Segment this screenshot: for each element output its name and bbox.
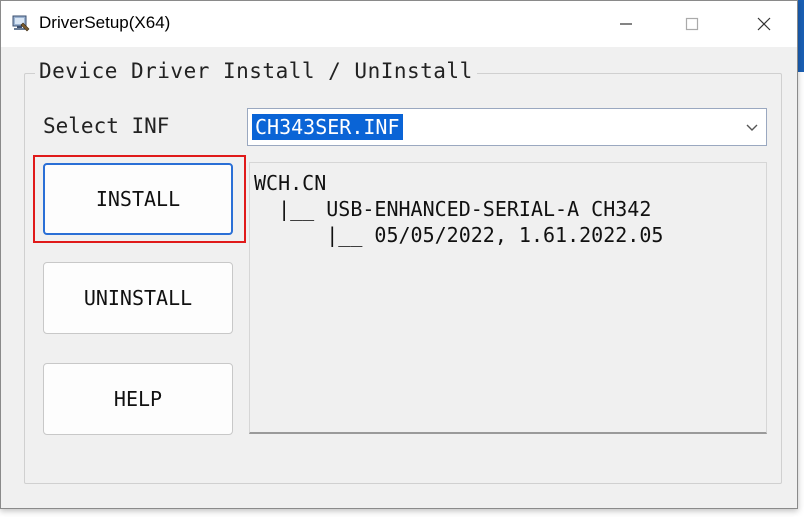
info-line-version: |__ 05/05/2022, 1.61.2022.05: [254, 223, 664, 247]
install-highlight-frame: [33, 155, 246, 243]
close-icon: [757, 17, 771, 31]
group-legend: Device Driver Install / UnInstall: [35, 59, 477, 83]
maximize-button[interactable]: [669, 7, 715, 41]
driver-info-panel: WCH.CN |__ USB-ENHANCED-SERIAL-A CH342 |…: [249, 162, 767, 434]
uninstall-button[interactable]: UNINSTALL: [43, 262, 233, 334]
minimize-button[interactable]: [603, 7, 649, 41]
title-bar[interactable]: DriverSetup(X64): [1, 1, 797, 47]
info-line-vendor: WCH.CN: [254, 171, 327, 195]
chevron-down-icon[interactable]: [744, 119, 760, 135]
minimize-icon: [620, 23, 632, 25]
maximize-icon: [685, 17, 699, 31]
inf-select-value: CH343SER.INF: [252, 114, 403, 140]
close-button[interactable]: [741, 7, 787, 41]
driver-setup-icon: [12, 15, 30, 32]
info-line-device: |__ USB-ENHANCED-SERIAL-A CH342: [254, 197, 652, 221]
window-title: DriverSetup(X64): [39, 13, 171, 32]
inf-select-dropdown[interactable]: CH343SER.INF: [247, 108, 767, 146]
driver-setup-window: DriverSetup(X64) Device Driver Install /…: [0, 0, 798, 509]
help-button[interactable]: HELP: [43, 363, 233, 435]
background-window-strip: [798, 0, 804, 72]
select-inf-label: Select INF: [43, 114, 170, 138]
